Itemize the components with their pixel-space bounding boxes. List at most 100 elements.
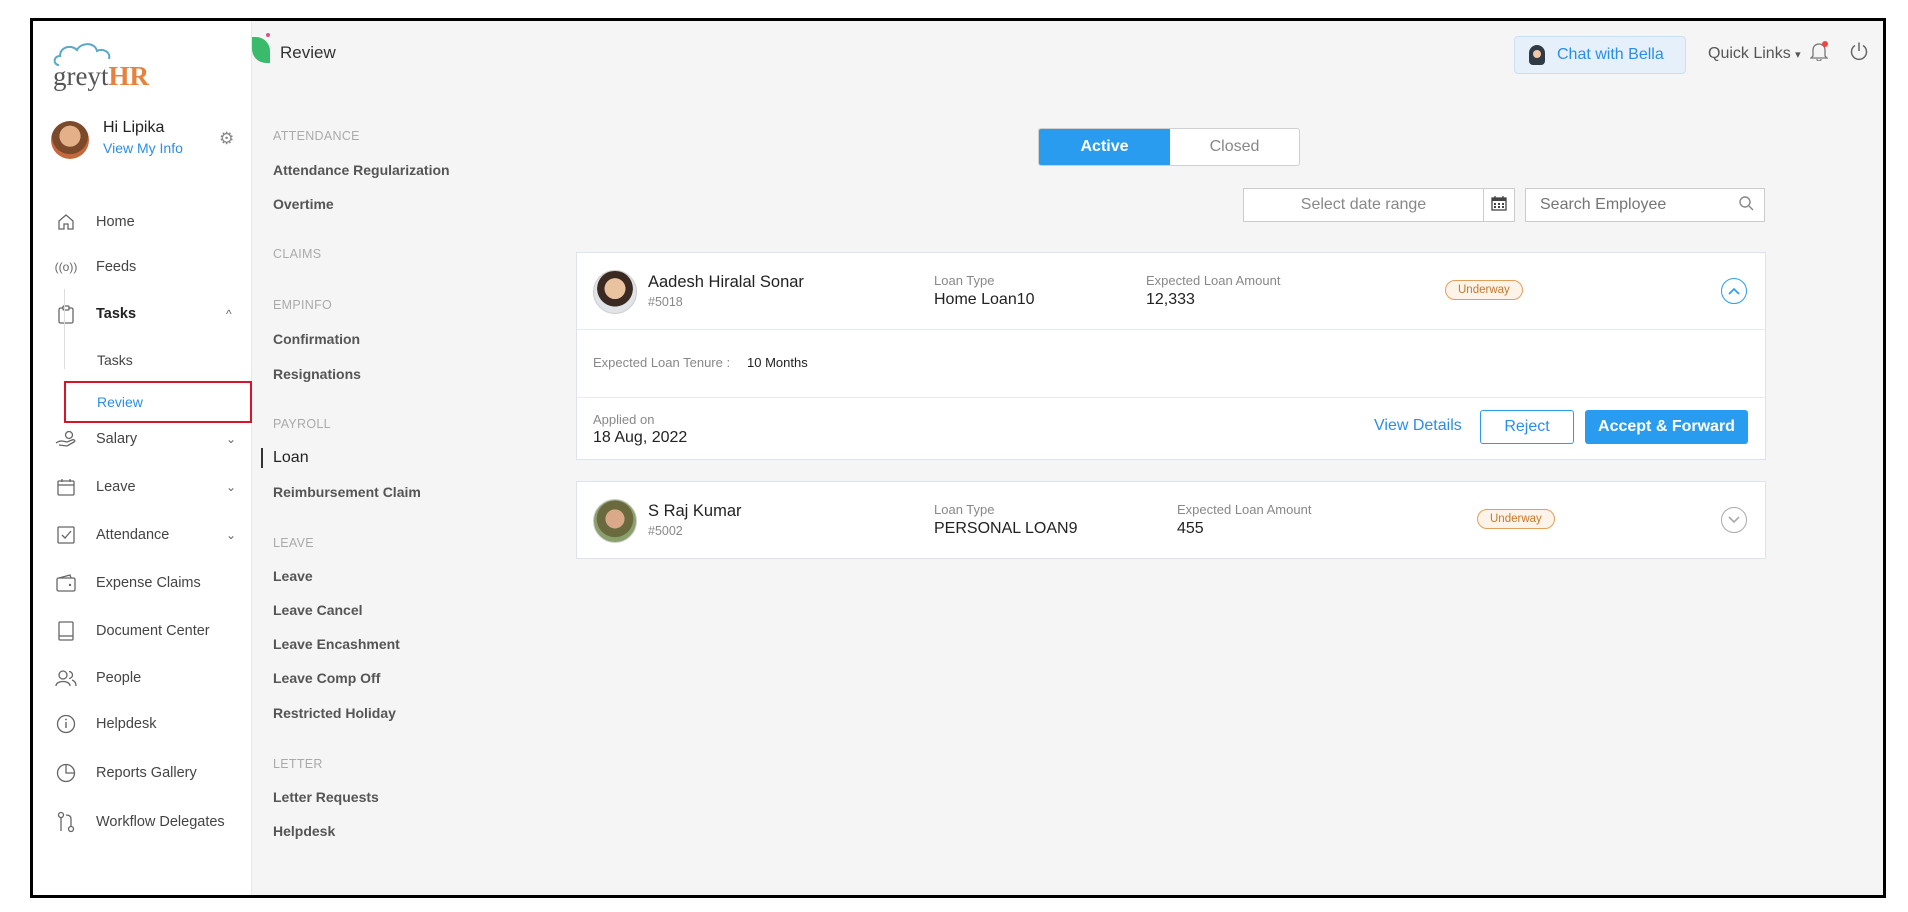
avatar xyxy=(593,270,637,314)
sidebar-item-label: Expense Claims xyxy=(96,575,201,591)
category-heading: LEAVE xyxy=(273,536,314,550)
sidebar-item-salary[interactable]: Salary ⌄ xyxy=(33,422,252,456)
date-range-input[interactable]: Select date range xyxy=(1243,188,1484,222)
sidebar-item-label: People xyxy=(96,670,142,686)
workflow-icon xyxy=(55,811,77,833)
view-details-link[interactable]: View Details xyxy=(1374,417,1462,435)
category-restricted-holiday[interactable]: Restricted Holiday xyxy=(273,705,396,721)
card-header[interactable]: Aadesh Hiralal Sonar #5018 Loan Type Hom… xyxy=(577,253,1765,329)
sidebar: greytHR Hi Lipika View My Info ⚙ Home ((… xyxy=(33,21,252,895)
category-heading: CLAIMS xyxy=(273,247,322,261)
sidebar-item-label: Salary xyxy=(96,431,138,447)
category-attendance-regularization[interactable]: Attendance Regularization xyxy=(273,162,450,178)
sidebar-item-label: Home xyxy=(96,214,135,230)
sidebar-subitem-review[interactable]: Review xyxy=(64,381,252,423)
sidebar-subitem-label: Tasks xyxy=(97,352,133,368)
category-panel: ATTENDANCE Attendance Regularization Ove… xyxy=(252,81,542,895)
bella-avatar-icon xyxy=(1529,45,1545,65)
sidebar-item-home[interactable]: Home xyxy=(33,205,252,239)
pie-chart-icon xyxy=(55,762,77,784)
attendance-icon xyxy=(55,524,77,546)
page-title: Review xyxy=(280,43,336,62)
sidebar-item-helpdesk[interactable]: Helpdesk xyxy=(33,707,252,741)
chevron-down-icon[interactable] xyxy=(1721,507,1747,533)
greythr-logo[interactable]: greytHR xyxy=(51,39,191,91)
sidebar-item-attendance[interactable]: Attendance ⌄ xyxy=(33,518,252,552)
sidebar-item-reports-gallery[interactable]: Reports Gallery xyxy=(33,756,252,790)
status-badge: Underway xyxy=(1477,509,1555,529)
caret-down-icon: ▾ xyxy=(1795,49,1801,61)
home-icon xyxy=(55,211,77,233)
tenure-label: Expected Loan Tenure : xyxy=(593,355,731,370)
chat-button-label: Chat with Bella xyxy=(1557,46,1664,63)
category-letter-requests[interactable]: Letter Requests xyxy=(273,789,379,805)
category-reimbursement-claim[interactable]: Reimbursement Claim xyxy=(273,484,421,500)
top-bar: Review Chat with Bella Quick Links ▾ xyxy=(252,21,1883,81)
loan-type-value: PERSONAL LOAN9 xyxy=(934,520,1078,537)
sidebar-item-tasks[interactable]: Tasks ^ xyxy=(33,297,252,331)
logo-text-grey: greyt xyxy=(53,61,109,91)
category-leave-cancel[interactable]: Leave Cancel xyxy=(273,602,363,618)
category-confirmation[interactable]: Confirmation xyxy=(273,331,360,347)
loan-type-label: Loan Type xyxy=(934,502,995,517)
category-leave[interactable]: Leave xyxy=(273,568,313,584)
leaf-dot xyxy=(266,33,270,37)
category-heading: EMPINFO xyxy=(273,298,333,312)
sidebar-item-label: Leave xyxy=(96,479,136,495)
category-heading: PAYROLL xyxy=(273,417,331,431)
tenure-row: Expected Loan Tenure : 10 Months xyxy=(577,329,1765,397)
search-icon[interactable] xyxy=(1739,196,1754,215)
tab-closed[interactable]: Closed xyxy=(1170,129,1299,165)
chevron-down-icon: ⌄ xyxy=(226,432,237,446)
notification-dot xyxy=(1822,41,1828,47)
sidebar-item-label: Feeds xyxy=(96,259,137,275)
tab-active[interactable]: Active xyxy=(1039,129,1170,165)
reject-button[interactable]: Reject xyxy=(1480,410,1574,444)
applied-date: 18 Aug, 2022 xyxy=(593,429,688,446)
sidebar-item-people[interactable]: People xyxy=(33,661,252,695)
category-leave-comp-off[interactable]: Leave Comp Off xyxy=(273,670,380,686)
category-overtime[interactable]: Overtime xyxy=(273,196,334,212)
power-icon[interactable] xyxy=(1849,41,1869,67)
loan-type-value: Home Loan10 xyxy=(934,291,1035,308)
card-header[interactable]: S Raj Kumar #5002 Loan Type PERSONAL LOA… xyxy=(577,482,1765,558)
sidebar-item-label: Reports Gallery xyxy=(96,765,197,781)
employee-id: #5018 xyxy=(648,295,683,309)
category-helpdesk[interactable]: Helpdesk xyxy=(273,823,335,839)
employee-name: Aadesh Hiralal Sonar xyxy=(648,273,804,291)
chevron-down-icon: ⌄ xyxy=(226,480,237,494)
category-leave-encashment[interactable]: Leave Encashment xyxy=(273,636,400,652)
user-profile: Hi Lipika View My Info ⚙ xyxy=(51,119,241,163)
sidebar-item-workflow-delegates[interactable]: Workflow Delegates xyxy=(33,805,252,839)
calendar-button[interactable] xyxy=(1483,188,1515,222)
gear-icon[interactable]: ⚙ xyxy=(219,129,234,149)
sidebar-item-expense-claims[interactable]: Expense Claims xyxy=(33,566,252,600)
user-greeting: Hi Lipika xyxy=(103,119,165,136)
avatar xyxy=(593,499,637,543)
logo-text-hr: HR xyxy=(108,61,149,91)
sidebar-item-label: Tasks xyxy=(96,306,137,322)
search-input[interactable] xyxy=(1526,189,1726,221)
category-loan[interactable]: Loan xyxy=(261,448,309,468)
category-resignations[interactable]: Resignations xyxy=(273,366,361,382)
accept-forward-button[interactable]: Accept & Forward xyxy=(1585,410,1748,444)
view-my-info-link[interactable]: View My Info xyxy=(103,140,183,156)
chevron-down-icon: ⌄ xyxy=(226,528,237,542)
submenu-line xyxy=(64,289,65,369)
sidebar-subitem-label: Review xyxy=(97,394,143,410)
quick-links-label: Quick Links xyxy=(1708,45,1791,62)
employee-name: S Raj Kumar xyxy=(648,502,742,520)
sidebar-item-leave[interactable]: Leave ⌄ xyxy=(33,470,252,504)
app-frame: greytHR Hi Lipika View My Info ⚙ Home ((… xyxy=(30,18,1886,898)
leaf-icon xyxy=(252,37,270,63)
category-heading: ATTENDANCE xyxy=(273,129,360,143)
sidebar-subitem-tasks[interactable]: Tasks xyxy=(66,342,252,378)
sidebar-item-document-center[interactable]: Document Center xyxy=(33,614,252,648)
feeds-icon: ((o)) xyxy=(54,260,78,274)
wallet-icon xyxy=(55,572,77,594)
chevron-up-icon[interactable] xyxy=(1721,278,1747,304)
chat-with-bella-button[interactable]: Chat with Bella xyxy=(1514,36,1686,74)
quick-links-dropdown[interactable]: Quick Links ▾ xyxy=(1708,45,1801,63)
sidebar-item-feeds[interactable]: ((o)) Feeds xyxy=(33,250,252,284)
avatar[interactable] xyxy=(51,121,89,159)
